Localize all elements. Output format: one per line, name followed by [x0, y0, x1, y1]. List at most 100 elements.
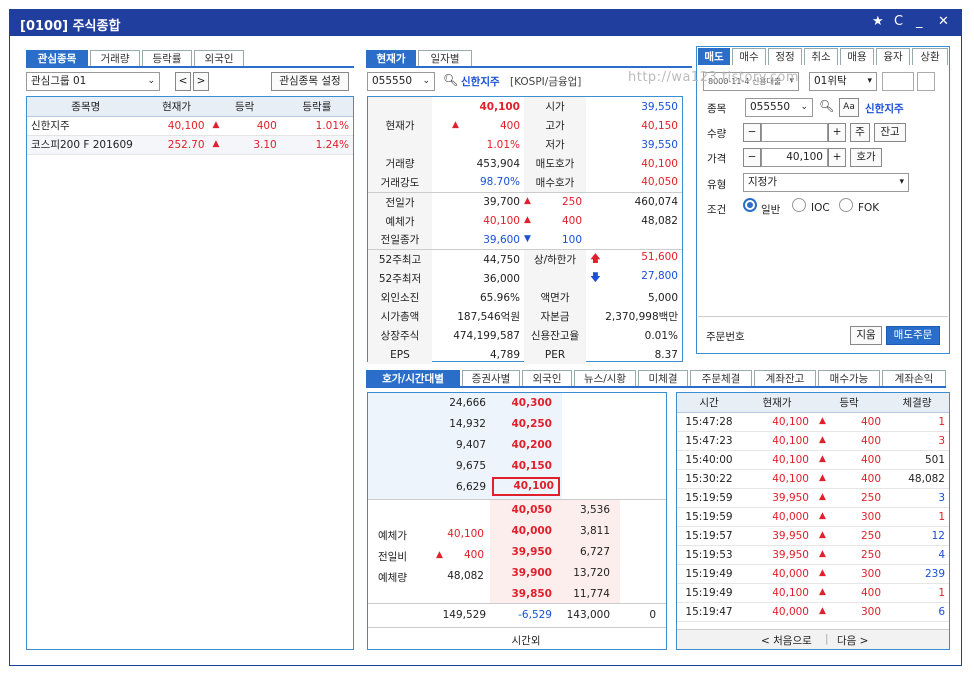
up-arrow-icon: ▲ [819, 511, 826, 521]
password-extra-field[interactable] [917, 72, 935, 91]
next-page-link[interactable]: 다음 > [837, 633, 868, 648]
tab-balance[interactable]: 계좌잔고 [754, 370, 816, 387]
tick-change-value: 300 [860, 568, 881, 580]
quote-panel: 40,100 시가 39,550 현재가 ▲ 400 고가 40,150 1.01% 저가 39… [367, 96, 683, 364]
divider [698, 316, 948, 317]
tab-loan[interactable]: 매용 [840, 48, 874, 65]
table-row[interactable]: 15:19:59 40,000 ▲ 300 1 [677, 508, 949, 527]
divider [368, 603, 666, 604]
clear-button[interactable]: 지움 [850, 326, 882, 345]
info-row: 52주최고 44,750 상/하한가 🡅 51,600 [368, 250, 682, 269]
up-arrow-icon: ▲ [452, 119, 459, 130]
tab-daily[interactable]: 일자별 [418, 50, 472, 67]
watch-group-select[interactable]: 관심그룹 01 ⌄ [26, 72, 160, 91]
ask-price[interactable]: 40,150 [490, 460, 556, 472]
tab-current-price[interactable]: 현재가 [366, 50, 416, 67]
total-bid: 143,000 [566, 609, 610, 621]
price-plus-button[interactable]: + [828, 148, 846, 167]
tab-foreign-bottom[interactable]: 외국인 [522, 370, 572, 387]
tab-foreign[interactable]: 외국인 [194, 50, 244, 67]
table-row[interactable]: 15:40:00 40,100 ▲ 400 501 [677, 451, 949, 470]
up-arrow-icon: ▲ [819, 587, 826, 597]
tab-repay[interactable]: 상환 [912, 48, 948, 65]
ask-price[interactable]: 40,200 [490, 439, 556, 451]
order-type-select[interactable]: 지정가 ▾ [743, 173, 909, 192]
bid-price[interactable]: 39,850 [490, 588, 556, 600]
table-row[interactable]: 15:19:57 39,950 ▲ 250 12 [677, 527, 949, 546]
table-row[interactable]: 코스피200 F 201609 252.70 ▲ 3.10 1.24% [27, 135, 353, 154]
tab-pnl[interactable]: 계좌손익 [882, 370, 946, 387]
font-size-button[interactable]: Aa [839, 98, 859, 117]
table-row[interactable]: 15:19:49 40,000 ▲ 300 239 [677, 565, 949, 584]
watchlist-setting-button[interactable]: 관심종목 설정 [271, 72, 349, 91]
tab-watchlist[interactable]: 관심종목 [26, 50, 88, 67]
price-row: 거래강도 98.70% 매수호가 40,050 [368, 173, 682, 192]
tab-unfilled[interactable]: 미체결 [638, 370, 688, 387]
prev-group-button[interactable]: < [175, 72, 191, 91]
stock-code-select[interactable]: 055550 ⌄ [367, 72, 435, 91]
search-icon[interactable]: 🔍︎ [443, 73, 458, 87]
bid-price[interactable]: 40,000 [490, 525, 556, 537]
password-field[interactable] [882, 72, 914, 91]
next-group-button[interactable]: > [193, 72, 209, 91]
balance-button[interactable]: 잔고 [874, 123, 906, 142]
tab-news[interactable]: 뉴스/시황 [574, 370, 636, 387]
radio-normal[interactable] [743, 198, 757, 212]
tick-time: 15:40:00 [685, 454, 733, 466]
tick-change-value: 400 [860, 415, 881, 428]
close-icon[interactable]: ✕ [938, 14, 949, 29]
table-row[interactable]: 15:19:49 40,100 ▲ 400 1 [677, 584, 949, 603]
tab-change-rate[interactable]: 등락률 [142, 50, 192, 67]
tick-change-value: 400 [860, 435, 881, 447]
tab-buy[interactable]: 매수 [732, 48, 766, 65]
table-row[interactable]: 15:47:23 40,100 ▲ 400 3 [677, 432, 949, 451]
bid-price[interactable]: 39,900 [490, 567, 556, 579]
up-arrow-icon: ▲ [212, 119, 220, 130]
qty-share-button[interactable]: 주 [850, 123, 870, 142]
watermark: http://wa123.tistory.com [628, 70, 799, 85]
table-row[interactable]: 15:19:59 39,950 ▲ 250 3 [677, 489, 949, 508]
qty-input[interactable] [761, 123, 828, 142]
account-type-value: 01위탁 [814, 75, 847, 87]
tab-broker[interactable]: 증권사별 [462, 370, 520, 387]
tab-buyable[interactable]: 매수가능 [818, 370, 880, 387]
row-change-value: 400 [256, 119, 277, 132]
bid-price[interactable]: 39,950 [490, 546, 556, 558]
table-row[interactable]: 15:30:22 40,100 ▲ 400 48,082 [677, 470, 949, 489]
ask-price[interactable]: 40,300 [490, 397, 556, 409]
tab-filled[interactable]: 주문체결 [690, 370, 752, 387]
minimize-icon[interactable]: _ [916, 14, 923, 29]
bid-price[interactable]: 40,050 [490, 504, 556, 516]
sell-order-button[interactable]: 매도주문 [886, 326, 940, 345]
tick-change-value: 400 [860, 587, 881, 599]
tab-cancel[interactable]: 취소 [804, 48, 838, 65]
search-icon[interactable]: 🔍︎ [819, 99, 834, 113]
table-row[interactable]: 15:19:47 40,000 ▲ 300 6 [677, 603, 949, 622]
radio-ioc[interactable] [792, 198, 806, 212]
radio-fok[interactable] [839, 198, 853, 212]
table-row[interactable]: 신한지주 40,100 ▲ 400 1.01% [27, 116, 353, 135]
tick-volume: 3 [938, 492, 945, 504]
tick-price: 39,950 [772, 492, 809, 504]
account-type-select[interactable]: 01위탁 ▾ [809, 72, 877, 91]
quote-button[interactable]: 호가 [850, 148, 882, 167]
lower-limit-value: 27,800 [641, 269, 678, 282]
qty-plus-button[interactable]: + [828, 123, 846, 142]
info-row: 시가총액 187,546억원 자본금 2,370,998백만 [368, 307, 682, 326]
refresh-icon[interactable]: C [894, 14, 903, 29]
first-page-link[interactable]: < 처음으로 [761, 633, 812, 648]
table-row[interactable]: 15:19:53 39,950 ▲ 250 4 [677, 546, 949, 565]
table-row[interactable]: 15:47:28 40,100 ▲ 400 1 [677, 413, 949, 432]
tab-modify[interactable]: 정정 [768, 48, 802, 65]
price-input[interactable]: 40,100 [761, 148, 828, 167]
ask-price-current[interactable]: 40,100 [492, 477, 560, 496]
ask-price[interactable]: 40,250 [490, 418, 556, 430]
tab-orderbook[interactable]: 호가/시간대별 [366, 370, 460, 387]
tab-sell[interactable]: 매도 [698, 48, 730, 65]
star-icon[interactable]: ★ [872, 14, 884, 29]
price-minus-button[interactable]: − [743, 148, 761, 167]
order-code-select[interactable]: 055550 ⌄ [745, 98, 813, 117]
tab-margin[interactable]: 융자 [876, 48, 910, 65]
tab-volume[interactable]: 거래량 [90, 50, 140, 67]
qty-minus-button[interactable]: − [743, 123, 761, 142]
